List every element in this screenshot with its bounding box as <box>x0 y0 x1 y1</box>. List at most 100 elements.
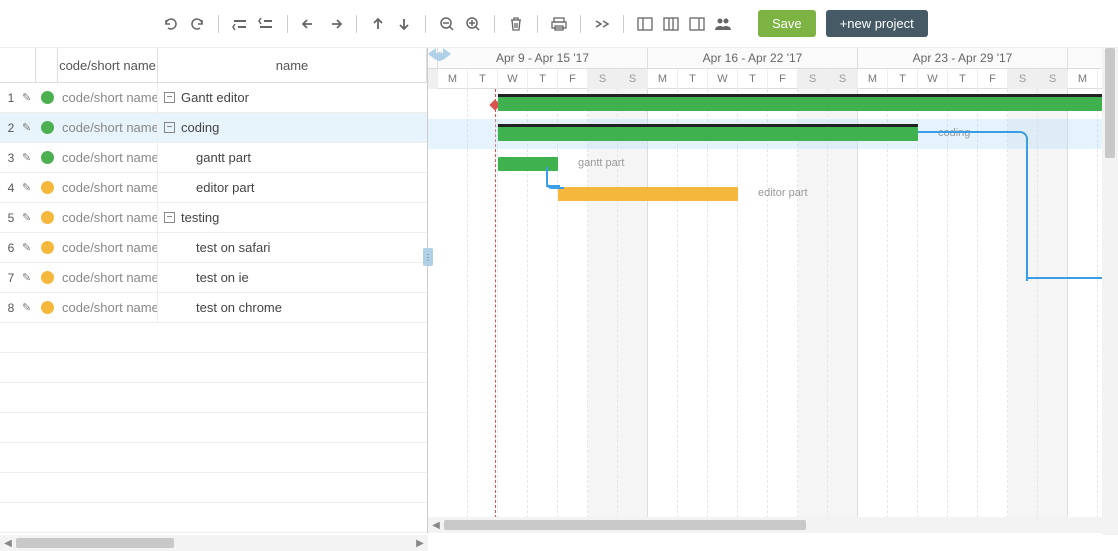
task-name-cell[interactable]: −testing <box>158 210 427 225</box>
day-header: S <box>588 69 618 89</box>
task-name-cell[interactable]: gantt part <box>158 150 427 165</box>
row-index: 1 <box>0 91 22 105</box>
split-left-icon[interactable] <box>634 13 656 35</box>
task-code[interactable]: code/short name <box>58 233 158 262</box>
task-name: coding <box>181 120 219 135</box>
row-index: 7 <box>0 271 22 285</box>
task-name-cell[interactable]: editor part <box>158 180 427 195</box>
delete-icon[interactable] <box>505 13 527 35</box>
day-header: M <box>438 69 468 89</box>
splitter-handle[interactable]: ⋮ <box>423 248 433 266</box>
insert-above-icon[interactable] <box>229 13 251 35</box>
status-dot <box>36 181 58 194</box>
day-header: T <box>528 69 558 89</box>
indent-icon[interactable] <box>324 13 346 35</box>
scroll-right-icon[interactable]: ▶ <box>412 538 428 549</box>
day-header: M <box>648 69 678 89</box>
task-name-cell[interactable]: −coding <box>158 120 427 135</box>
edit-icon[interactable]: ✎ <box>22 271 36 284</box>
edit-icon[interactable]: ✎ <box>22 301 36 314</box>
save-button[interactable]: Save <box>758 10 816 37</box>
gantt-hscrollbar[interactable]: ◀ ▶ <box>428 517 1118 533</box>
scroll-left-icon[interactable]: ◀ <box>0 538 16 549</box>
row-index: 4 <box>0 181 22 195</box>
task-name-cell[interactable]: −Gantt editor <box>158 90 427 105</box>
task-grid-header: code/short name name <box>0 48 427 83</box>
task-name: editor part <box>196 180 255 195</box>
task-row[interactable]: 8✎ code/short name test on chrome <box>0 293 427 323</box>
task-name: test on chrome <box>196 300 282 315</box>
row-index: 3 <box>0 151 22 165</box>
task-row[interactable]: 4✎ code/short name editor part <box>0 173 427 203</box>
redo-icon[interactable] <box>186 13 208 35</box>
edit-icon[interactable]: ✎ <box>22 121 36 134</box>
task-row[interactable]: 2✎ code/short name−coding <box>0 113 427 143</box>
task-row[interactable]: 7✎ code/short nametest on ie <box>0 263 427 293</box>
gantt-bar[interactable] <box>498 97 1118 111</box>
day-header: F <box>558 69 588 89</box>
row-index: 6 <box>0 241 22 255</box>
task-code[interactable]: code/short name <box>58 203 158 232</box>
row-index: 8 <box>0 301 22 315</box>
row-index: 5 <box>0 211 22 225</box>
col-code-header[interactable]: code/short name <box>58 48 158 82</box>
split-center-icon[interactable] <box>660 13 682 35</box>
collapse-icon[interactable]: − <box>164 92 175 103</box>
zoom-out-icon[interactable] <box>436 13 458 35</box>
insert-below-icon[interactable] <box>255 13 277 35</box>
undo-icon[interactable] <box>160 13 182 35</box>
gantt-body[interactable]: codinggantt parteditor part <box>428 89 1118 533</box>
edit-icon[interactable]: ✎ <box>22 211 36 224</box>
move-down-icon[interactable] <box>393 13 415 35</box>
status-dot <box>36 301 58 314</box>
critical-path-icon[interactable] <box>591 13 613 35</box>
task-code[interactable]: code/short name <box>58 293 158 322</box>
edit-icon[interactable]: ✎ <box>22 181 36 194</box>
day-header: W <box>498 69 528 89</box>
grid-hscrollbar[interactable]: ◀ ▶ <box>0 535 428 551</box>
task-code[interactable]: code/short name <box>58 83 158 112</box>
zoom-in-icon[interactable] <box>462 13 484 35</box>
task-code[interactable]: code/short name <box>58 173 158 202</box>
print-icon[interactable] <box>548 13 570 35</box>
edit-icon[interactable]: ✎ <box>22 241 36 254</box>
task-row[interactable]: 1✎ code/short name−Gantt editor <box>0 83 427 113</box>
gantt-bar[interactable] <box>558 187 738 201</box>
day-header: S <box>1008 69 1038 89</box>
gantt-bar[interactable] <box>498 127 918 141</box>
new-project-button[interactable]: +new project <box>826 10 928 37</box>
collapse-icon[interactable]: − <box>164 212 175 223</box>
status-dot <box>36 211 58 224</box>
task-name: gantt part <box>196 150 251 165</box>
outdent-icon[interactable] <box>298 13 320 35</box>
row-index: 2 <box>0 121 22 135</box>
task-code[interactable]: code/short name <box>58 113 158 142</box>
timeline-zoom-handle[interactable] <box>428 48 456 62</box>
task-rows: 1✎code/short name−Gantt editor2✎code/sho… <box>0 83 427 533</box>
task-row[interactable]: 3✎ code/short name gantt part <box>0 143 427 173</box>
gantt-bar-label: gantt part <box>578 157 624 169</box>
vscrollbar[interactable] <box>1102 48 1118 535</box>
move-up-icon[interactable] <box>367 13 389 35</box>
edit-icon[interactable]: ✎ <box>22 91 36 104</box>
col-name-header[interactable]: name <box>158 48 427 82</box>
collapse-icon[interactable]: − <box>164 122 175 133</box>
day-header: W <box>708 69 738 89</box>
task-name: test on safari <box>196 240 270 255</box>
edit-icon[interactable]: ✎ <box>22 151 36 164</box>
scroll-left-icon[interactable]: ◀ <box>428 520 444 531</box>
task-code[interactable]: code/short name <box>58 143 158 172</box>
day-header: S <box>618 69 648 89</box>
day-header: W <box>918 69 948 89</box>
task-code[interactable]: code/short name <box>58 263 158 292</box>
week-header: Apr 9 - Apr 15 '17 <box>438 48 648 69</box>
split-right-icon[interactable] <box>686 13 708 35</box>
task-name-cell[interactable]: test on safari <box>158 240 427 255</box>
task-name-cell[interactable]: test on chrome <box>158 300 427 315</box>
task-grid: code/short name name 1✎code/short name−G… <box>0 48 428 533</box>
resources-icon[interactable] <box>712 13 734 35</box>
task-row[interactable]: 6✎ code/short name test on safari <box>0 233 427 263</box>
task-row[interactable]: 5✎ code/short name−testing <box>0 203 427 233</box>
day-header: F <box>978 69 1008 89</box>
task-name-cell[interactable]: test on ie <box>158 270 427 285</box>
